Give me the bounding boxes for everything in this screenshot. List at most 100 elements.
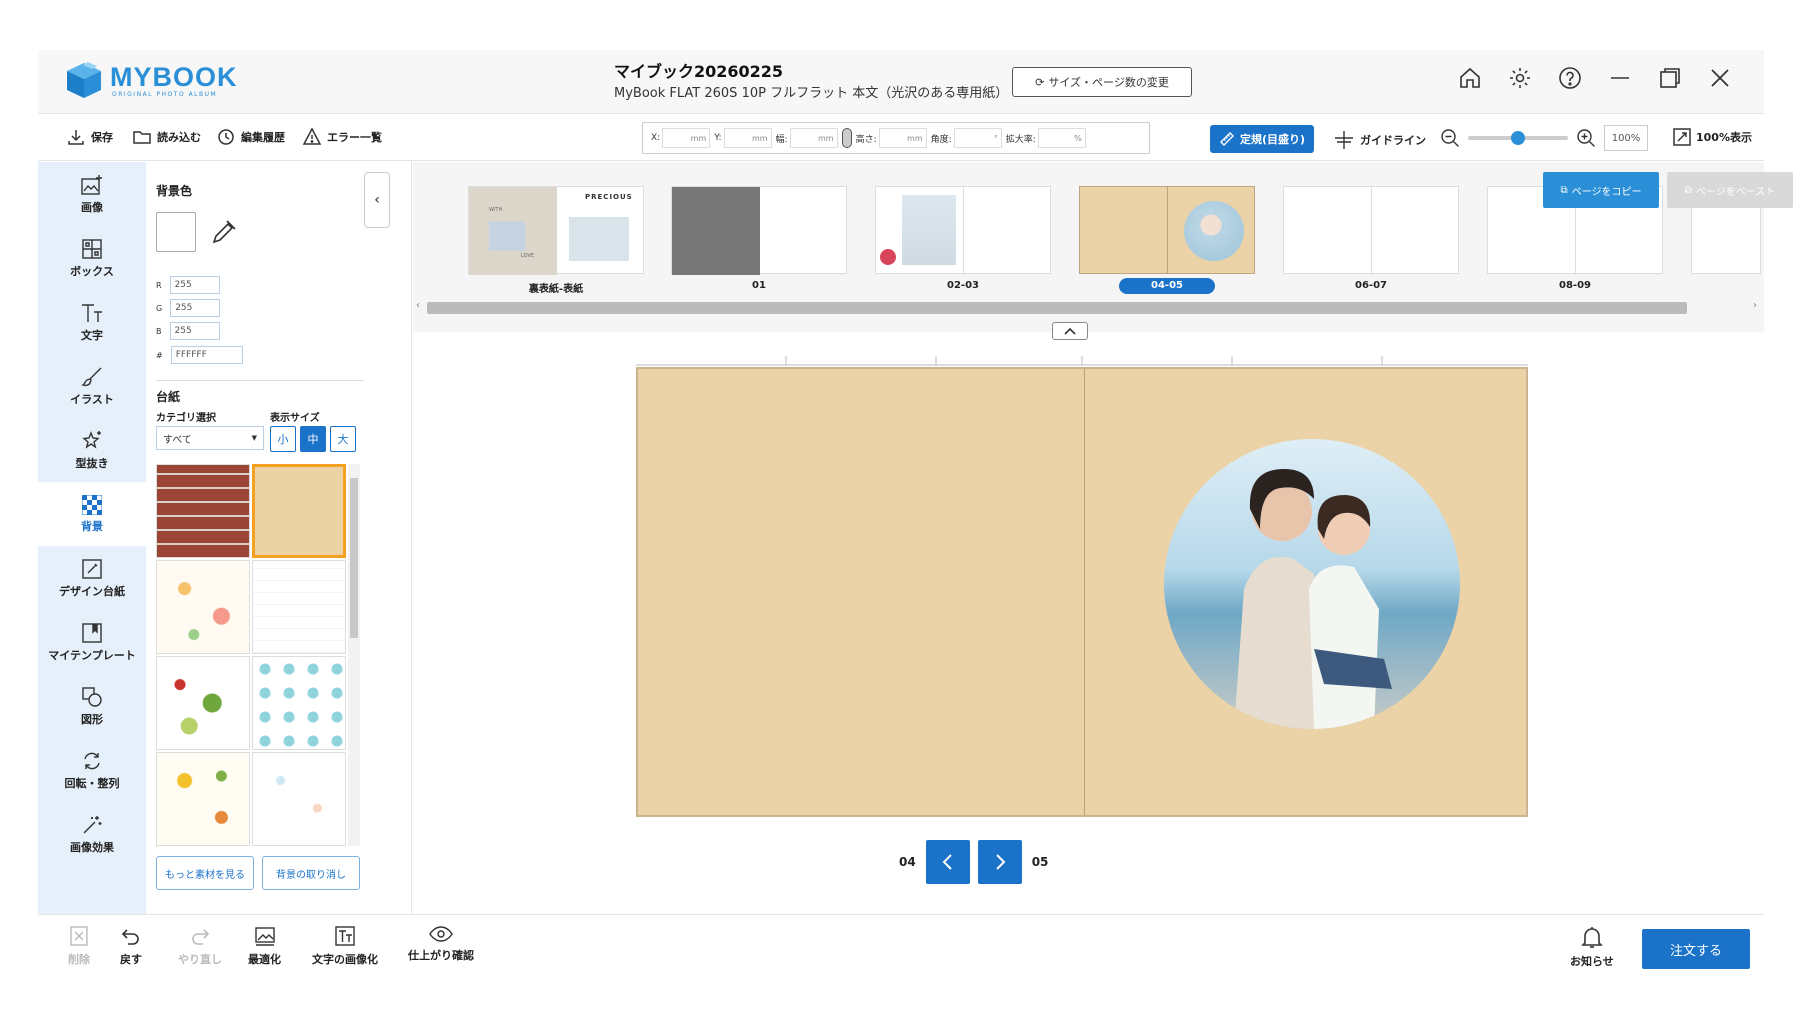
tile-floral[interactable]: [156, 560, 250, 654]
next-page-button[interactable]: [977, 840, 1022, 884]
zoom-value[interactable]: 100%: [1604, 125, 1648, 151]
preview-button[interactable]: 仕上がり確認: [408, 925, 474, 963]
change-size-button[interactable]: ⟳ サイズ・ページ数の変更: [1012, 67, 1192, 97]
history-button[interactable]: 編集履歴: [216, 127, 285, 147]
prev-page-button[interactable]: [925, 840, 970, 884]
x-field[interactable]: mm: [662, 128, 711, 148]
tile-grid[interactable]: [252, 560, 346, 654]
width-field[interactable]: mm: [789, 128, 838, 148]
tile-brick[interactable]: [156, 464, 250, 558]
text-to-image-button[interactable]: 文字の画像化: [312, 925, 378, 967]
optimize-button[interactable]: 最適化: [248, 925, 281, 967]
ruler-button[interactable]: 定規(目盛り): [1210, 125, 1314, 153]
tile-scrollbar[interactable]: [348, 464, 360, 846]
template-icon: [82, 622, 102, 643]
nav-cutout[interactable]: 型抜き: [38, 418, 146, 482]
page-label-04-05: 04-05: [1151, 280, 1183, 291]
redo-button[interactable]: やり直し: [178, 925, 222, 967]
tile-dots[interactable]: [252, 656, 346, 750]
zoom-slider-knob[interactable]: [1511, 131, 1525, 145]
page-thumb-cover[interactable]: PRECIOUS WITH LOVE: [468, 186, 644, 275]
fit-100-button[interactable]: 100%表示: [1672, 127, 1752, 147]
scale-field[interactable]: %: [1037, 128, 1086, 148]
link-icon[interactable]: [841, 128, 852, 148]
collapse-panel-button[interactable]: ‹: [364, 172, 390, 228]
toggle-strip-button[interactable]: [1052, 322, 1088, 340]
paste-page-button[interactable]: ⧉ ページをペースト: [1667, 172, 1793, 208]
left-page-number: 04: [899, 855, 916, 869]
delete-button[interactable]: 削除: [68, 925, 90, 967]
nav-text[interactable]: 文字: [38, 290, 146, 354]
bg-color-swatch[interactable]: [156, 212, 196, 252]
copy-icon: ⧉: [1560, 184, 1568, 196]
copy-page-button[interactable]: ⧉ ページをコピー: [1543, 172, 1659, 208]
logo: MYBOOK ORIGINAL PHOTO ALBUM: [64, 60, 238, 100]
more-materials-button[interactable]: もっと素材を見る: [156, 856, 254, 890]
y-field[interactable]: mm: [723, 128, 772, 148]
page-spread[interactable]: [636, 367, 1528, 817]
size-medium-toggle[interactable]: 中: [300, 426, 326, 452]
circle-photo[interactable]: [1164, 439, 1460, 729]
zoom-in-icon[interactable]: [1576, 128, 1596, 148]
error-list-button[interactable]: エラー一覧: [302, 127, 382, 147]
tile-berries[interactable]: [156, 656, 250, 750]
close-icon[interactable]: [1706, 64, 1734, 92]
eyedropper-icon[interactable]: [210, 218, 238, 246]
size-small-toggle[interactable]: 小: [270, 426, 296, 452]
nav-illustration[interactable]: イラスト: [38, 354, 146, 418]
document-subtitle: MyBook FLAT 260S 10P フルフラット 本文（光沢のある専用紙）: [614, 86, 1009, 101]
nav-rotate-align[interactable]: 回転・整列: [38, 738, 146, 802]
cancel-background-button[interactable]: 背景の取り消し: [262, 856, 360, 890]
nav-box[interactable]: ボックス: [38, 226, 146, 290]
nav-image[interactable]: 画像: [38, 162, 146, 226]
hex-field[interactable]: FFFFFF: [170, 346, 243, 364]
red-field[interactable]: 255: [169, 276, 220, 294]
page-thumb-01[interactable]: [671, 186, 847, 275]
guideline-icon: [1335, 131, 1353, 149]
category-select[interactable]: すべて ▼: [156, 426, 264, 450]
ruler-icon: [1219, 132, 1234, 146]
bottom-bar: 削除 戻す やり直し 最適化 文字の画像化 仕上がり確認 お知らせ 注文する: [38, 914, 1764, 978]
page-strip-scrollbar[interactable]: [427, 302, 1687, 314]
save-button[interactable]: 保存: [66, 127, 113, 147]
tile-kraft[interactable]: [252, 464, 346, 558]
gear-icon[interactable]: [1506, 64, 1534, 92]
scroll-left-icon[interactable]: ‹: [416, 300, 420, 311]
blue-field[interactable]: 255: [169, 322, 220, 340]
load-button[interactable]: 読み込む: [132, 127, 201, 147]
nav-background[interactable]: 背景: [38, 482, 146, 546]
zoom-slider[interactable]: [1468, 131, 1568, 145]
chevron-left-icon: ‹: [374, 192, 380, 208]
minimize-icon[interactable]: [1606, 64, 1634, 92]
zoom-out-icon[interactable]: [1440, 128, 1460, 148]
tile-scroll-thumb[interactable]: [350, 478, 358, 638]
nav-image-effects[interactable]: 画像効果: [38, 802, 146, 866]
notice-button[interactable]: お知らせ: [1570, 925, 1614, 969]
tile-fruit[interactable]: [156, 752, 250, 846]
nav-my-template[interactable]: マイテンプレート: [38, 610, 146, 674]
logo-subtitle: ORIGINAL PHOTO ALBUM: [112, 90, 218, 98]
page-label-08-09: 08-09: [1559, 280, 1591, 291]
page-thumb-02-03[interactable]: [875, 186, 1051, 274]
nav-shapes[interactable]: 図形: [38, 674, 146, 738]
history-icon: [218, 129, 234, 145]
height-field[interactable]: mm: [878, 128, 927, 148]
display-size-label: 表示サイズ: [270, 413, 320, 424]
size-large-toggle[interactable]: 大: [330, 426, 356, 452]
chevron-right-icon: [995, 854, 1006, 870]
chevron-left-icon: [942, 854, 952, 870]
green-field[interactable]: 255: [170, 299, 221, 317]
nav-design-mount[interactable]: デザイン台紙: [38, 546, 146, 610]
page-thumb-06-07[interactable]: [1283, 186, 1459, 274]
help-icon[interactable]: [1556, 64, 1584, 92]
guideline-button[interactable]: ガイドライン: [1334, 130, 1426, 150]
angle-field[interactable]: °: [953, 128, 1002, 148]
cover-text-love: LOVE: [521, 253, 535, 259]
restore-icon[interactable]: [1656, 64, 1684, 92]
order-button[interactable]: 注文する: [1642, 929, 1750, 969]
home-icon[interactable]: [1456, 64, 1484, 92]
page-thumb-04-05[interactable]: [1079, 186, 1255, 274]
scroll-right-icon[interactable]: ›: [1753, 300, 1757, 311]
tile-triangles[interactable]: [252, 752, 346, 846]
undo-button[interactable]: 戻す: [120, 925, 142, 967]
